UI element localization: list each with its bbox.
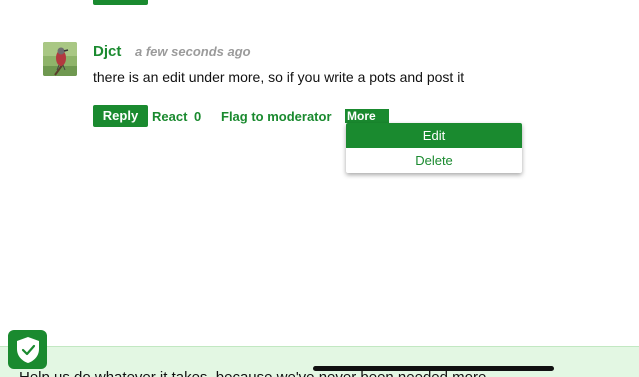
react-count: 0 [194, 109, 202, 124]
bird-avatar-image [43, 42, 77, 76]
more-button[interactable]: More [345, 109, 389, 123]
comment-author[interactable]: Djct [93, 43, 121, 60]
edit-menu-item[interactable]: Edit [346, 123, 522, 148]
delete-menu-item[interactable]: Delete [346, 148, 522, 173]
home-indicator[interactable] [313, 366, 554, 371]
shield-check-icon [16, 336, 39, 363]
privacy-shield-button[interactable] [8, 330, 47, 369]
flag-to-moderator-link[interactable]: Flag to moderator [221, 109, 332, 124]
reply-button[interactable]: Reply [93, 105, 148, 127]
comment-text: there is an edit under more, so if you w… [93, 69, 465, 85]
support-banner[interactable]: Help us do whatever it takes, because we… [0, 346, 639, 377]
avatar[interactable] [43, 42, 77, 76]
previous-comment-button-fragment[interactable] [93, 0, 148, 5]
more-dropdown-menu: Edit Delete [346, 123, 522, 173]
react-button[interactable]: React [152, 109, 187, 124]
comment-timestamp: a few seconds ago [135, 44, 251, 59]
